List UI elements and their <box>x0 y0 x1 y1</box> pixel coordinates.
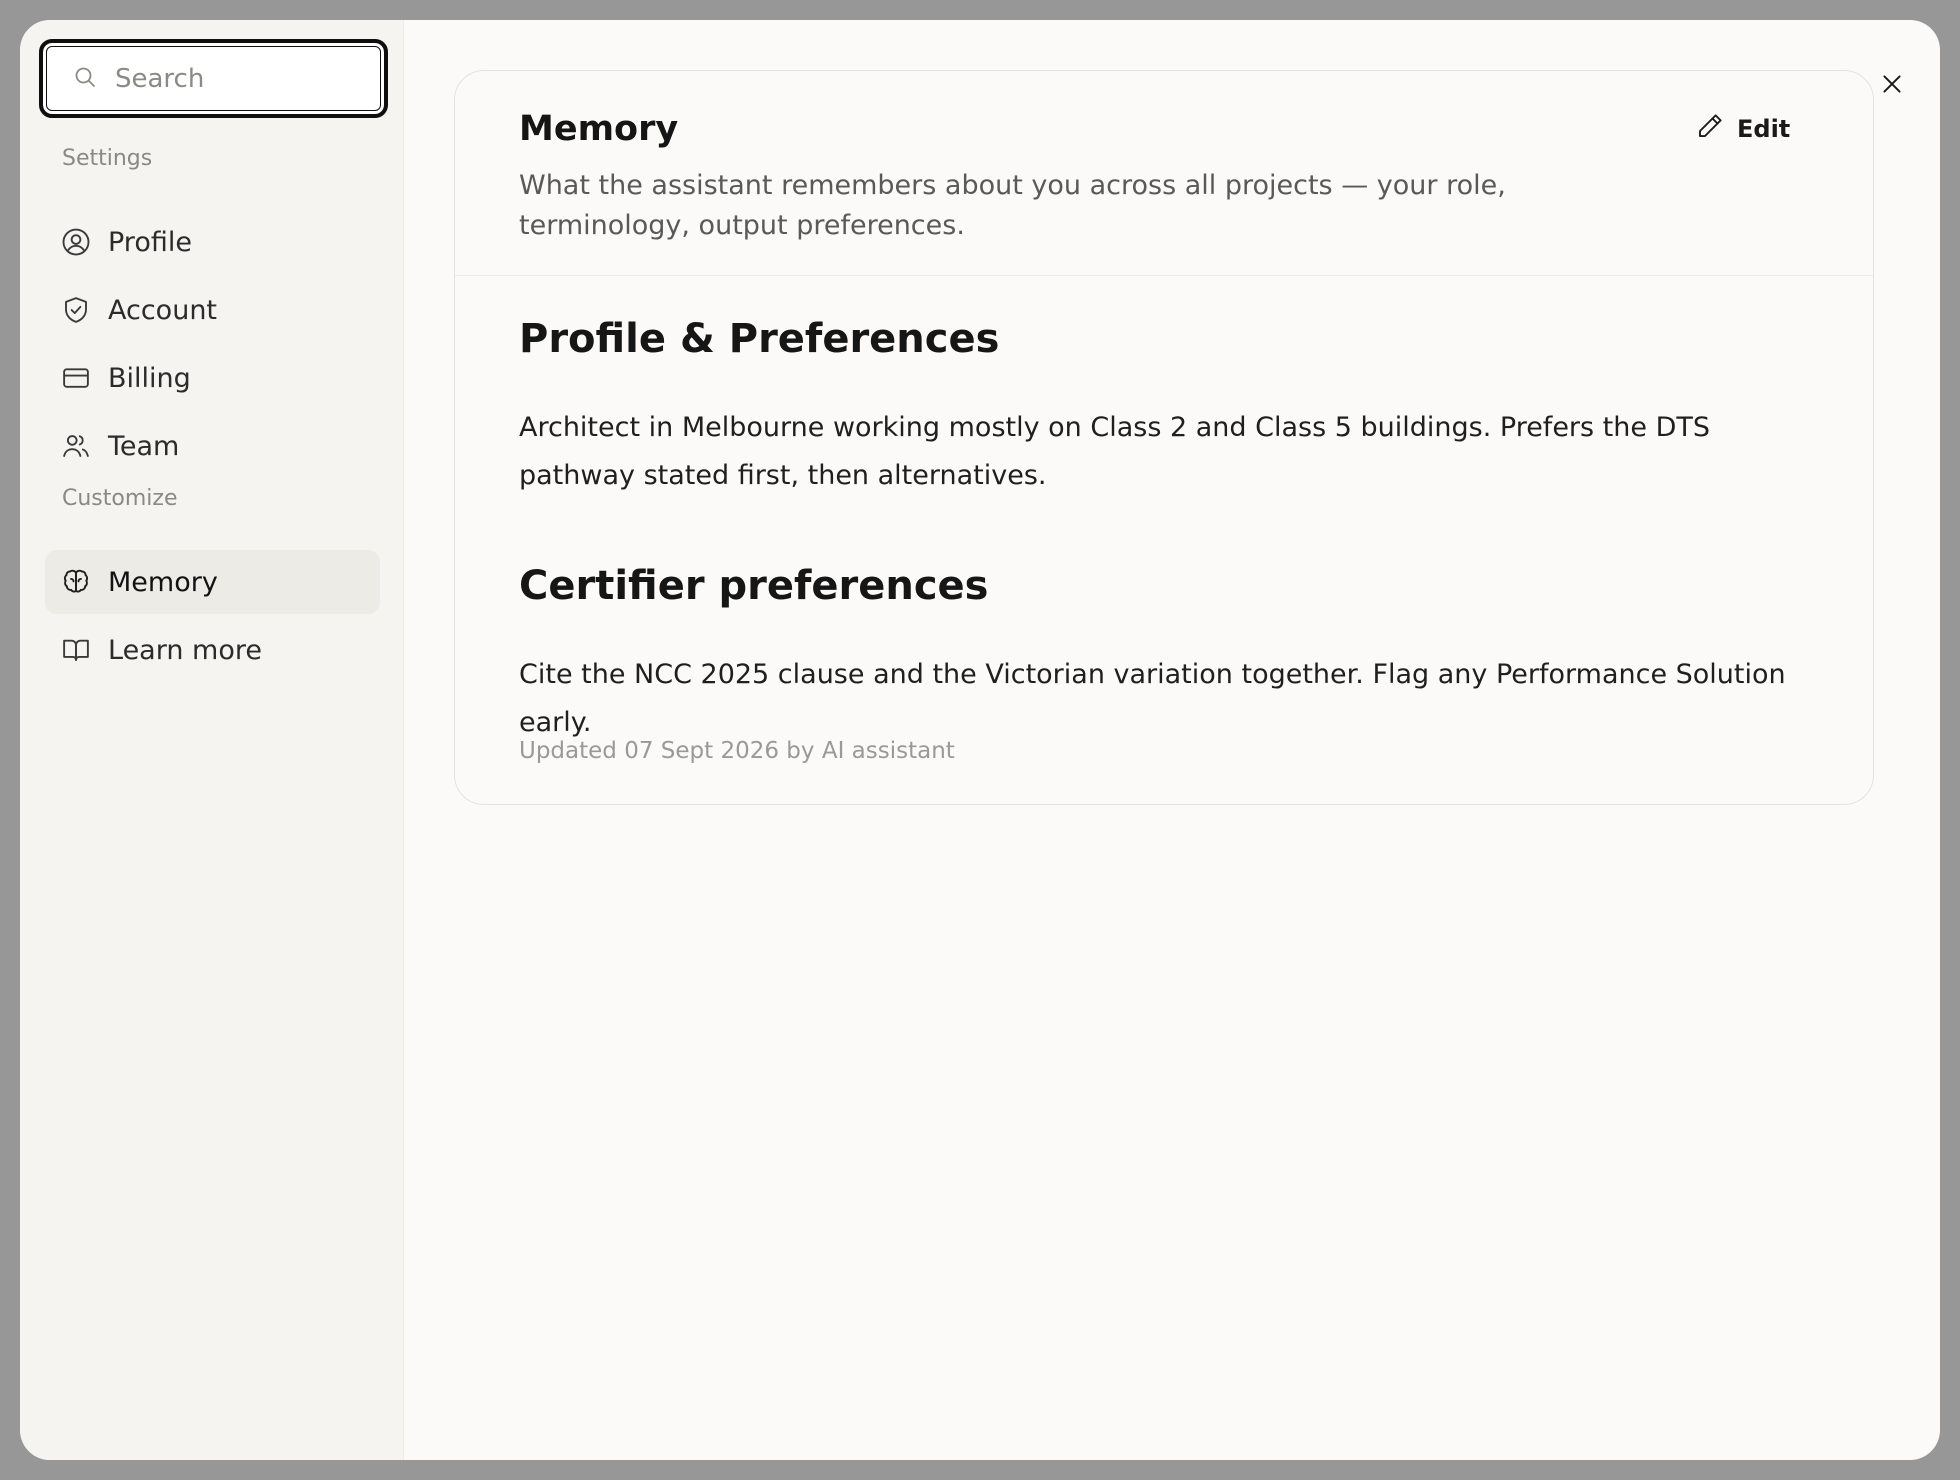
updated-timestamp: Updated 07 Sept 2026 by AI assistant <box>519 738 955 764</box>
section-heading: Profile & Preferences <box>519 316 1000 362</box>
sidebar-item-label: Billing <box>108 362 191 394</box>
memory-card-header: Memory What the assistant remembers abou… <box>455 71 1873 276</box>
sidebar-item-team[interactable]: Team <box>45 414 380 478</box>
close-button[interactable] <box>1872 66 1912 106</box>
sidebar-item-billing[interactable]: Billing <box>45 346 380 410</box>
search-input[interactable] <box>115 63 365 94</box>
brain-icon <box>60 566 92 598</box>
sidebar-item-label: Team <box>108 430 180 462</box>
settings-section-label: Settings <box>62 146 153 171</box>
book-icon <box>60 634 92 666</box>
sidebar-item-label: Account <box>108 294 218 326</box>
section-body: Cite the NCC 2025 clause and the Victori… <box>519 659 1786 738</box>
sidebar-item-profile[interactable]: Profile <box>45 210 380 274</box>
sidebar-item-memory[interactable]: Memory <box>45 550 380 614</box>
shield-icon <box>60 294 92 326</box>
edit-button[interactable]: Edit <box>1683 109 1790 149</box>
memory-title: Memory <box>519 109 679 149</box>
close-icon <box>1879 71 1905 101</box>
sidebar-item-label: Profile <box>108 226 192 258</box>
sidebar: Settings Profile Account Billing Team <box>20 20 404 1460</box>
users-icon <box>60 430 92 462</box>
section-heading: Certifier preferences <box>519 563 989 609</box>
section-body: Architect in Melbourne working mostly on… <box>519 412 1710 491</box>
sidebar-item-learn-more[interactable]: Learn more <box>45 618 380 682</box>
sidebar-item-account[interactable]: Account <box>45 278 380 342</box>
pencil-icon <box>1695 111 1725 147</box>
memory-description: What the assistant remembers about you a… <box>519 170 1506 241</box>
memory-card: Memory What the assistant remembers abou… <box>454 70 1874 805</box>
customize-section-label: Customize <box>62 486 178 511</box>
search-box[interactable] <box>39 39 388 118</box>
credit-card-icon <box>60 362 92 394</box>
search-icon <box>73 65 97 93</box>
edit-label: Edit <box>1737 115 1791 143</box>
settings-modal: Settings Profile Account Billing Team <box>20 20 1940 1460</box>
sidebar-item-label: Memory <box>108 566 218 598</box>
sidebar-item-label: Learn more <box>108 634 262 666</box>
user-circle-icon <box>60 226 92 258</box>
